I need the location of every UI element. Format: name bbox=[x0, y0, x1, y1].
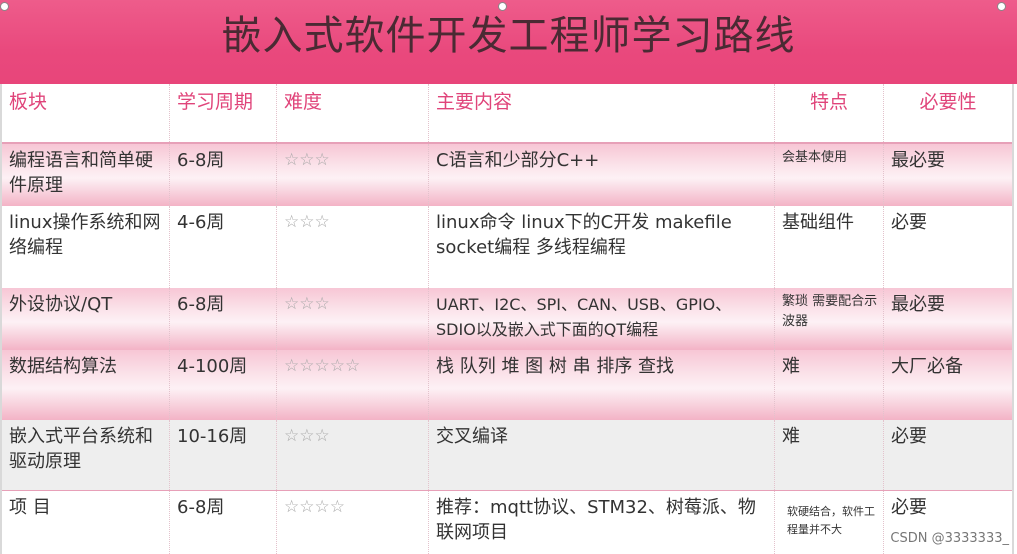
resize-handle-top[interactable] bbox=[498, 2, 507, 11]
table-row: 数据结构算法 4-100周 ☆☆☆☆☆ 栈 队列 堆 图 树 串 排序 查找 难… bbox=[2, 350, 1012, 420]
feature-cell: 软硬结合，软件工程量并不大 bbox=[787, 505, 875, 536]
difficulty-stars: ☆☆☆☆☆ bbox=[284, 356, 361, 376]
difficulty-stars: ☆☆☆ bbox=[284, 426, 330, 446]
table-row: linux操作系统和网络编程 4-6周 ☆☆☆ linux命令 linux下的C… bbox=[2, 206, 1012, 288]
necessity-cell: 必要 bbox=[891, 212, 927, 233]
header-module: 板块 bbox=[2, 84, 170, 142]
content-cell: 交叉编译 bbox=[436, 426, 508, 447]
period-cell: 10-16周 bbox=[177, 426, 248, 447]
feature-cell: 基础组件 bbox=[782, 212, 854, 233]
content-cell: linux命令 linux下的C开发 makefile socket编程 多线程… bbox=[436, 212, 732, 258]
table-row: 嵌入式平台系统和驱动原理 10-16周 ☆☆☆ 交叉编译 难 必要 bbox=[2, 420, 1012, 490]
difficulty-stars: ☆☆☆ bbox=[284, 150, 330, 170]
table-header-row: 板块 学习周期 难度 主要内容 特点 必要性 bbox=[2, 84, 1012, 144]
header-difficulty: 难度 bbox=[277, 84, 429, 142]
necessity-cell: 最必要 bbox=[891, 150, 945, 171]
period-cell: 4-6周 bbox=[177, 212, 225, 233]
table-row: 外设协议/QT 6-8周 ☆☆☆ UART、I2C、SPI、CAN、USB、GP… bbox=[2, 288, 1012, 350]
resize-handle-right[interactable] bbox=[997, 2, 1006, 11]
border-right bbox=[1012, 84, 1014, 554]
content-cell: 栈 队列 堆 图 树 串 排序 查找 bbox=[436, 356, 675, 377]
table-row: 编程语言和简单硬件原理 6-8周 ☆☆☆ C语言和少部分C++ 会基本使用 最必… bbox=[2, 144, 1012, 206]
header-necessity: 必要性 bbox=[919, 91, 977, 113]
slide: 嵌入式软件开发工程师学习路线 板块 学习周期 难度 主要内容 特点 必要性 编程… bbox=[0, 0, 1017, 554]
module-cell: 数据结构算法 bbox=[9, 356, 117, 377]
period-cell: 6-8周 bbox=[177, 150, 225, 171]
module-cell: 项 目 bbox=[9, 497, 51, 518]
header-feature: 特点 bbox=[775, 84, 884, 142]
feature-cell: 繁琐 需要配合示波器 bbox=[782, 294, 878, 329]
module-cell: 外设协议/QT bbox=[9, 294, 113, 315]
difficulty-stars: ☆☆☆ bbox=[284, 294, 330, 314]
header-content: 主要内容 bbox=[429, 84, 775, 142]
module-cell: linux操作系统和网络编程 bbox=[9, 212, 161, 258]
content-cell: UART、I2C、SPI、CAN、USB、GPIO、SDIO以及嵌入式下面的QT… bbox=[436, 295, 732, 339]
csdn-watermark: CSDN @3333333_ bbox=[888, 531, 1011, 546]
necessity-cell: 必要 bbox=[891, 497, 927, 518]
necessity-cell: 必要 bbox=[891, 426, 927, 447]
content-cell: C语言和少部分C++ bbox=[436, 150, 600, 171]
difficulty-stars: ☆☆☆☆ bbox=[284, 497, 345, 517]
slide-title: 嵌入式软件开发工程师学习路线 bbox=[221, 13, 796, 59]
title-banner: 嵌入式软件开发工程师学习路线 bbox=[0, 0, 1017, 84]
content-cell: 推荐：mqtt协议、STM32、树莓派、物联网项目 bbox=[436, 497, 756, 543]
period-cell: 6-8周 bbox=[177, 294, 225, 315]
feature-cell: 难 bbox=[782, 426, 800, 447]
module-cell: 编程语言和简单硬件原理 bbox=[9, 150, 153, 196]
resize-handle-left[interactable] bbox=[0, 2, 9, 11]
feature-cell: 会基本使用 bbox=[782, 150, 848, 165]
period-cell: 6-8周 bbox=[177, 497, 225, 518]
period-cell: 4-100周 bbox=[177, 356, 248, 377]
header-period: 学习周期 bbox=[170, 84, 277, 142]
table-row: 项 目 6-8周 ☆☆☆☆ 推荐：mqtt协议、STM32、树莓派、物联网项目 … bbox=[2, 490, 1012, 554]
difficulty-stars: ☆☆☆ bbox=[284, 212, 330, 232]
necessity-cell: 最必要 bbox=[891, 294, 945, 315]
module-cell: 嵌入式平台系统和驱动原理 bbox=[9, 426, 153, 472]
necessity-cell: 大厂必备 bbox=[891, 356, 963, 377]
feature-cell: 难 bbox=[782, 356, 800, 377]
